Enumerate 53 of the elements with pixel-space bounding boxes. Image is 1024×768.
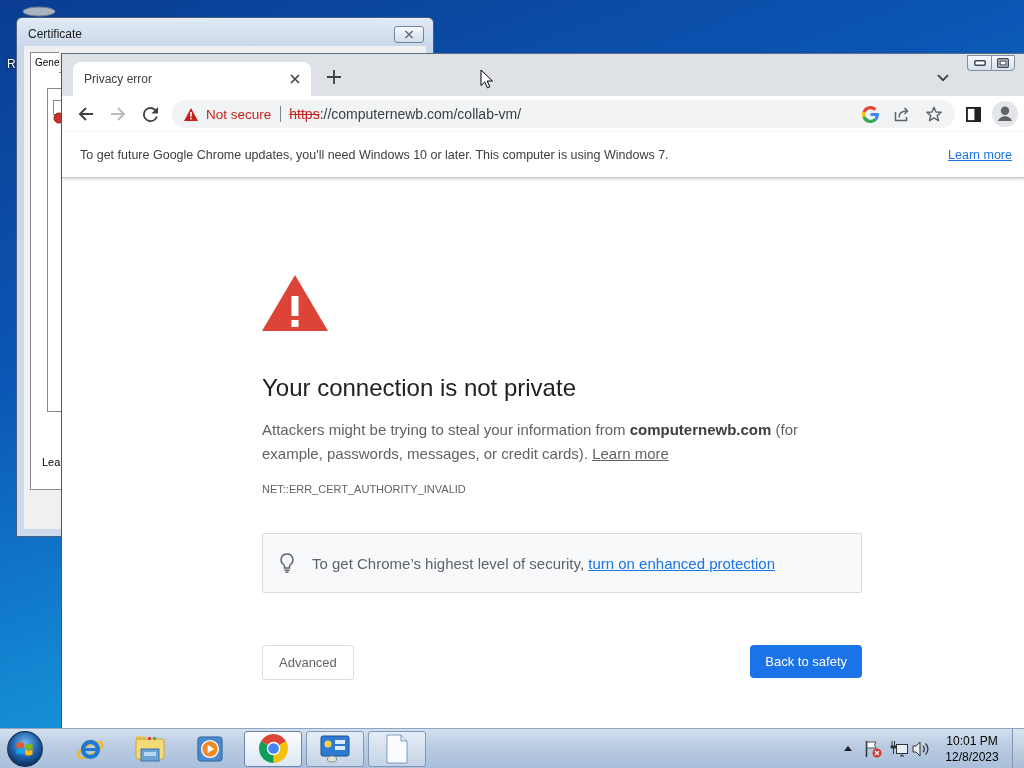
minimize-button[interactable] (967, 55, 991, 71)
minimize-icon (973, 60, 986, 66)
g-logo-icon[interactable] (861, 105, 879, 123)
tab[interactable]: Privacy error (73, 62, 311, 96)
play-icon[interactable] (197, 735, 223, 762)
speaker-icon[interactable] (912, 740, 930, 757)
chrome-icon (257, 733, 289, 764)
warning-message: Attackers might be trying to steal your information from computernewb.com (for example, passwords, messages, or credit cards). Learn more (262, 420, 799, 464)
warning-icon (184, 107, 198, 121)
back-to-safety-button[interactable]: Back to safety (750, 645, 862, 678)
chevron-down-icon[interactable] (937, 74, 949, 82)
taskbar-clock[interactable]: 10:01 PM 12/8/2023 (944, 732, 1000, 765)
back-icon[interactable] (78, 106, 94, 122)
network-icon[interactable] (890, 739, 908, 758)
learn-more-link[interactable]: Learn more (592, 445, 669, 462)
profile-icon[interactable] (992, 101, 1018, 127)
security-tip: To get Chrome’s highest level of security, turn on enhanced protection (312, 554, 776, 572)
side-panel-icon[interactable] (965, 106, 981, 122)
cursor-icon (480, 69, 493, 89)
dialog-text: Lea (42, 455, 61, 469)
reload-icon[interactable] (142, 106, 158, 122)
document-icon (385, 733, 409, 764)
close-button[interactable] (394, 26, 424, 43)
taskbar-button[interactable] (368, 730, 426, 767)
taskbar-button[interactable] (306, 730, 364, 767)
tab[interactable]: Gene (30, 52, 60, 73)
address-bar[interactable]: Not secure https://computernewb.com/collab-vm/ (172, 100, 955, 128)
window-title: Certificate (28, 27, 83, 41)
folder-icon[interactable] (134, 734, 166, 763)
panel-window-icon (319, 733, 351, 764)
url-text: https://computernewb.com/collab-vm/ (289, 106, 522, 122)
restore-icon (997, 58, 1009, 68)
flag-icon[interactable] (864, 739, 882, 758)
close-icon (403, 30, 415, 39)
start-orb-icon[interactable] (7, 730, 43, 767)
lightbulb-icon (280, 553, 294, 573)
plus-icon[interactable] (327, 70, 341, 84)
warning-icon (262, 275, 328, 331)
advanced-button[interactable]: Advanced (262, 645, 354, 680)
page-heading: Your connection is not private (262, 373, 577, 403)
enhanced-protection-link[interactable]: turn on enhanced protection (588, 554, 776, 572)
taskbar-button[interactable] (244, 730, 302, 767)
share-icon[interactable] (894, 106, 910, 122)
close-icon[interactable] (290, 74, 300, 84)
desktop-icon-label: R (7, 57, 16, 72)
security-chip[interactable]: Not secure (184, 106, 272, 122)
restore-button[interactable] (991, 55, 1015, 71)
up-caret-icon[interactable] (844, 746, 852, 751)
error-code: NET::ERR_CERT_AUTHORITY_INVALID (262, 482, 467, 497)
update-message: To get future Google Chrome updates, you'll need Windows 10 or later. This computer is using Windows 7. (80, 147, 669, 162)
bin-icon[interactable] (22, 6, 56, 17)
star-icon[interactable] (926, 106, 942, 122)
learn-more-link[interactable]: Learn more (948, 147, 1012, 162)
